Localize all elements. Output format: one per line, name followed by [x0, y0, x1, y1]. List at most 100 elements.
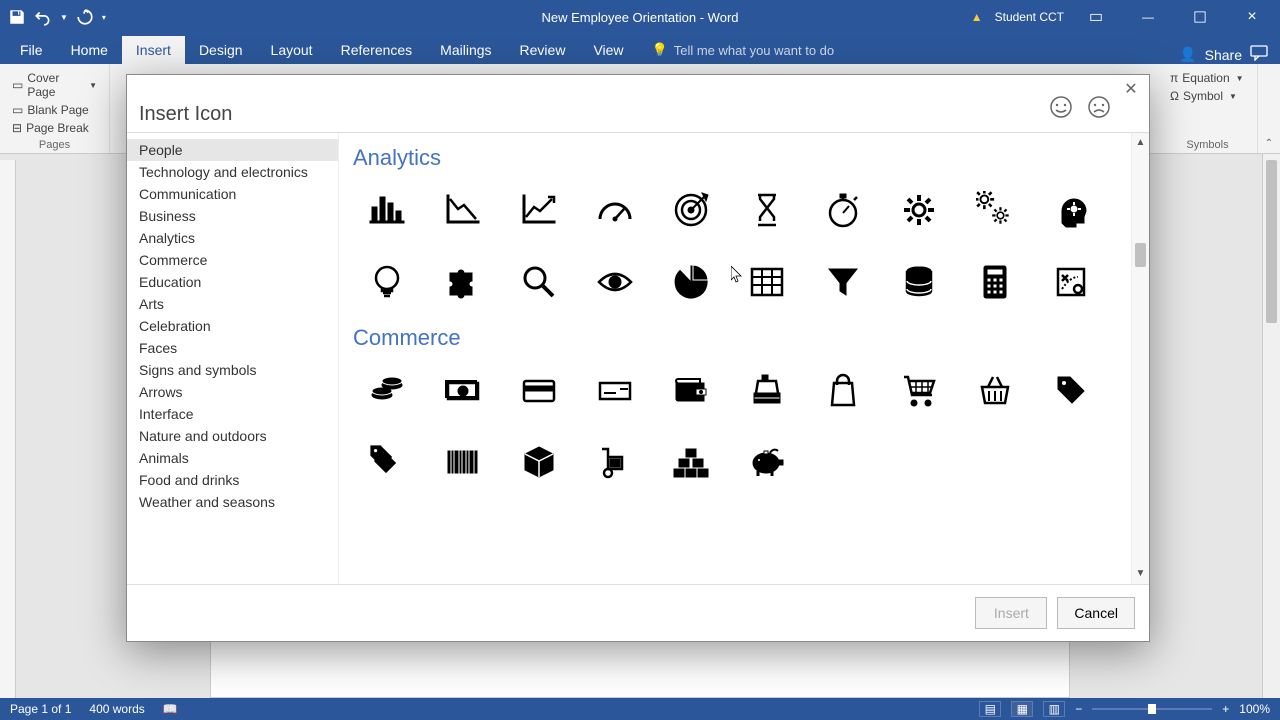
cancel-button[interactable]: Cancel	[1057, 597, 1135, 629]
cash-register-icon[interactable]	[733, 359, 801, 421]
vertical-scrollbar[interactable]	[1262, 154, 1280, 698]
category-technology-and-electronics[interactable]: Technology and electronics	[127, 161, 338, 183]
category-nature-and-outdoors[interactable]: Nature and outdoors	[127, 425, 338, 447]
user-name[interactable]: Student CCT	[995, 10, 1064, 24]
category-commerce[interactable]: Commerce	[127, 249, 338, 271]
gauge-icon[interactable]	[581, 179, 649, 241]
blank-page-button[interactable]: ▭Blank Page	[10, 102, 99, 118]
eye-icon[interactable]	[581, 251, 649, 313]
puzzle-icon[interactable]	[429, 251, 497, 313]
bar-chart-icon[interactable]	[353, 179, 421, 241]
tab-layout[interactable]: Layout	[257, 36, 327, 64]
tab-references[interactable]: References	[327, 36, 427, 64]
tab-review[interactable]: Review	[506, 36, 580, 64]
category-analytics[interactable]: Analytics	[127, 227, 338, 249]
tab-mailings[interactable]: Mailings	[426, 36, 505, 64]
tab-home[interactable]: Home	[57, 36, 122, 64]
feedback-smile-icon[interactable]	[1047, 93, 1075, 121]
category-food-and-drinks[interactable]: Food and drinks	[127, 469, 338, 491]
tell-me-search[interactable]: 💡 Tell me what you want to do	[644, 36, 843, 64]
boxes-icon[interactable]	[657, 431, 725, 493]
spellcheck-icon[interactable]: 📖	[163, 702, 178, 716]
dialog-scrollbar[interactable]: ▲ ▼	[1131, 133, 1149, 584]
pie-chart-icon[interactable]	[657, 251, 725, 313]
tag-icon[interactable]	[1037, 359, 1105, 421]
category-communication[interactable]: Communication	[127, 183, 338, 205]
category-interface[interactable]: Interface	[127, 403, 338, 425]
feedback-frown-icon[interactable]	[1085, 93, 1113, 121]
comments-icon[interactable]	[1250, 45, 1268, 64]
scroll-up-icon[interactable]: ▲	[1132, 133, 1149, 153]
zoom-level[interactable]: 100%	[1239, 702, 1270, 716]
view-web-icon[interactable]: ▥	[1043, 701, 1065, 717]
undo-icon[interactable]	[34, 8, 52, 26]
coins-icon[interactable]	[353, 359, 421, 421]
lightbulb-icon[interactable]	[353, 251, 421, 313]
shopping-bag-icon[interactable]	[809, 359, 877, 421]
tab-insert[interactable]: Insert	[122, 36, 185, 64]
symbol-button[interactable]: ΩSymbol▼	[1168, 88, 1247, 104]
barcode-icon[interactable]	[429, 431, 497, 493]
gear-icon[interactable]	[885, 179, 953, 241]
category-arrows[interactable]: Arrows	[127, 381, 338, 403]
undo-dropdown[interactable]: ▼	[60, 13, 68, 22]
cover-page-button[interactable]: ▭Cover Page▼	[10, 70, 99, 100]
minimize-icon[interactable]: —	[1128, 2, 1168, 32]
status-words[interactable]: 400 words	[89, 702, 144, 716]
target-icon[interactable]	[657, 179, 725, 241]
database-icon[interactable]	[885, 251, 953, 313]
piggy-bank-icon[interactable]	[733, 431, 801, 493]
strategy-icon[interactable]	[1037, 251, 1105, 313]
scrollbar-thumb[interactable]	[1135, 243, 1146, 267]
dialog-close-button[interactable]: ✕	[1121, 79, 1141, 99]
save-icon[interactable]	[8, 8, 26, 26]
funnel-icon[interactable]	[809, 251, 877, 313]
category-celebration[interactable]: Celebration	[127, 315, 338, 337]
category-signs-and-symbols[interactable]: Signs and symbols	[127, 359, 338, 381]
qat-customize[interactable]: ▾	[102, 13, 106, 22]
equation-button[interactable]: πEquation▼	[1168, 70, 1247, 86]
maximize-icon[interactable]	[1180, 2, 1220, 32]
zoom-out-button[interactable]: −	[1075, 702, 1082, 716]
category-faces[interactable]: Faces	[127, 337, 338, 359]
cash-icon[interactable]	[429, 359, 497, 421]
wallet-icon[interactable]	[657, 359, 725, 421]
tab-file[interactable]: File	[6, 36, 57, 64]
search-icon[interactable]	[505, 251, 573, 313]
line-chart-down-icon[interactable]	[429, 179, 497, 241]
package-icon[interactable]	[505, 431, 573, 493]
calculator-icon[interactable]	[961, 251, 1029, 313]
view-read-icon[interactable]: ▤	[979, 701, 1001, 717]
hand-truck-icon[interactable]	[581, 431, 649, 493]
brain-gear-icon[interactable]	[1037, 179, 1105, 241]
category-arts[interactable]: Arts	[127, 293, 338, 315]
page-break-button[interactable]: ⊟Page Break	[10, 120, 99, 136]
collapse-ribbon-icon[interactable]: ⌃	[1258, 64, 1280, 153]
zoom-in-button[interactable]: +	[1222, 702, 1229, 716]
status-pages[interactable]: Page 1 of 1	[10, 702, 71, 716]
category-people[interactable]: People	[127, 139, 338, 161]
check-icon[interactable]	[581, 359, 649, 421]
credit-card-icon[interactable]	[505, 359, 573, 421]
tags-icon[interactable]	[353, 431, 421, 493]
zoom-slider[interactable]	[1092, 708, 1212, 710]
scroll-down-icon[interactable]: ▼	[1132, 564, 1149, 584]
view-print-icon[interactable]: ▦	[1011, 701, 1033, 717]
hourglass-icon[interactable]	[733, 179, 801, 241]
stopwatch-icon[interactable]	[809, 179, 877, 241]
scrollbar-thumb[interactable]	[1266, 160, 1277, 323]
tab-view[interactable]: View	[579, 36, 637, 64]
category-business[interactable]: Business	[127, 205, 338, 227]
category-animals[interactable]: Animals	[127, 447, 338, 469]
redo-icon[interactable]	[76, 8, 94, 26]
table-icon[interactable]	[733, 251, 801, 313]
slider-thumb[interactable]	[1148, 704, 1156, 714]
insert-button[interactable]: Insert	[975, 597, 1047, 629]
share-button[interactable]: Share	[1205, 47, 1242, 63]
tab-design[interactable]: Design	[185, 36, 257, 64]
category-education[interactable]: Education	[127, 271, 338, 293]
close-icon[interactable]: ×	[1232, 2, 1272, 32]
ribbon-options-icon[interactable]	[1076, 2, 1116, 32]
category-weather-and-seasons[interactable]: Weather and seasons	[127, 491, 338, 513]
line-chart-up-icon[interactable]	[505, 179, 573, 241]
